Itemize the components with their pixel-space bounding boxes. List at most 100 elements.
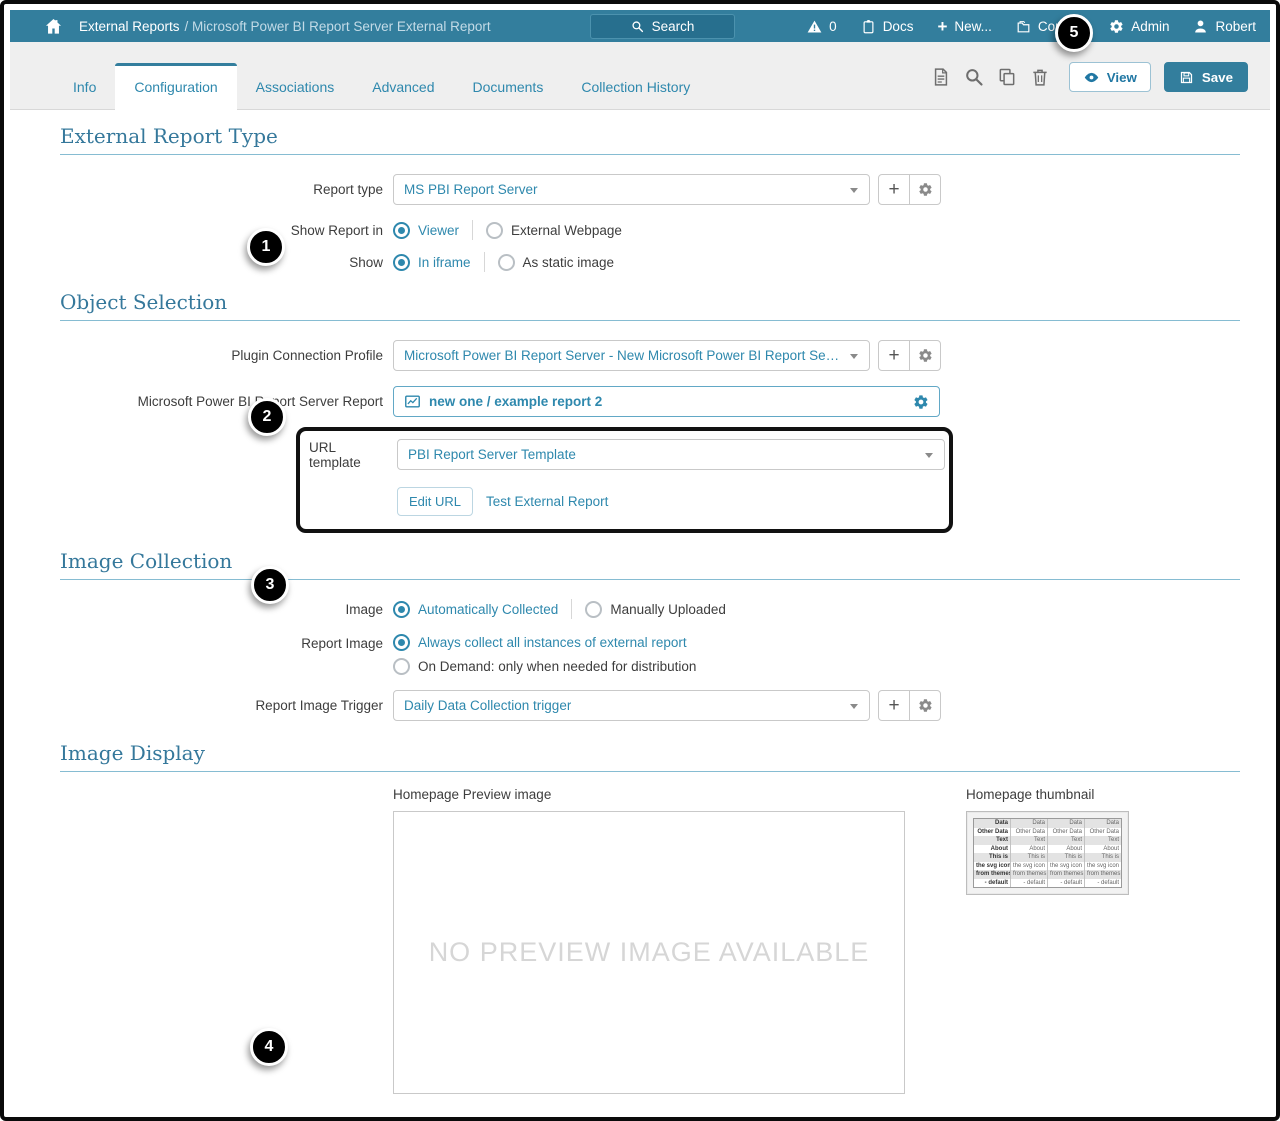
home-icon[interactable] [44,17,63,36]
report-picker[interactable]: new one / example report 2 [393,386,940,417]
nav-docs[interactable]: Docs [861,18,913,34]
nav-new[interactable]: + New... [937,18,991,35]
edit-trigger-button[interactable] [909,690,941,721]
trigger-select[interactable]: Daily Data Collection trigger [393,690,870,721]
trigger-row: Report Image Trigger Daily Data Collecti… [60,690,1240,721]
tab-configuration[interactable]: Configuration [115,63,237,110]
edit-report-type-button[interactable] [909,174,941,205]
section-title-image-display: Image Display [60,727,1240,772]
section-title-image-collection: Image Collection [60,535,1240,580]
report-image-label: Report Image [301,636,383,651]
plugin-profile-value: Microsoft Power BI Report Server - New M… [404,348,841,363]
url-template-select[interactable]: PBI Report Server Template [397,439,945,470]
radio-in-iframe[interactable] [393,253,410,271]
add-trigger-button[interactable]: + [878,690,910,721]
thumbnail-cell: the svg icon [1084,861,1121,870]
search-label: Search [651,19,695,34]
image-label: Image [345,601,383,617]
test-external-report-link[interactable]: Test External Report [486,494,608,509]
report-image-row: Report Image Always collect all instance… [60,634,1240,675]
radio-on-demand[interactable] [393,658,410,675]
search-icon [631,20,644,33]
nav-admin[interactable]: Admin [1109,19,1169,34]
view-button[interactable]: View [1068,62,1151,92]
thumbnail-cell: Text [1010,836,1047,845]
thumbnail-cell: This is [1047,853,1084,862]
radio-static-image-label[interactable]: As static image [523,255,615,270]
radio-manually-uploaded-label[interactable]: Manually Uploaded [610,602,726,617]
radio-auto-collected-label[interactable]: Automatically Collected [418,602,558,617]
thumbnail-cell: Data [994,820,1008,826]
radio-always-collect[interactable] [393,634,410,651]
radio-external-webpage-label[interactable]: External Webpage [511,223,622,238]
radio-external-webpage[interactable] [486,221,504,239]
radio-viewer[interactable] [393,221,410,239]
tab-documents[interactable]: Documents [454,66,563,109]
thumbnail-cell: from themes [1084,870,1121,879]
magnifier-icon[interactable] [964,67,984,87]
clipboard-icon [861,19,876,34]
thumbnail-cell: Other Data [977,828,1008,835]
tab-bar: Info Configuration Associations Advanced… [10,42,1270,110]
gear-icon [918,698,933,713]
trigger-label: Report Image Trigger [255,698,383,713]
thumbnail-cell: Text [996,837,1008,843]
annotation-badge-1: 1 [247,228,285,266]
edit-url-button[interactable]: Edit URL [397,487,474,516]
thumbnail-cell: - default [1047,878,1084,887]
radio-on-demand-label[interactable]: On Demand: only when needed for distribu… [418,659,696,674]
radio-always-collect-label[interactable]: Always collect all instances of external… [418,635,687,650]
search-button[interactable]: Search [590,14,735,39]
preview-placeholder: NO PREVIEW IMAGE AVAILABLE [428,937,870,967]
show-report-in-row: Show Report in Viewer External Webpage [60,220,1240,240]
annotation-badge-4: 4 [250,1028,288,1066]
add-report-type-button[interactable]: + [878,174,910,205]
nav-user[interactable]: Robert [1193,19,1256,34]
document-icon[interactable] [931,67,951,87]
breadcrumb-current: / Microsoft Power BI Report Server Exter… [184,18,491,34]
trash-icon[interactable] [1030,67,1050,87]
thumbnail-cell: This is [1084,853,1121,862]
thumbnail-cell: Other Data [1010,827,1047,836]
radio-auto-collected[interactable] [393,600,410,618]
edit-profile-button[interactable] [909,340,941,371]
breadcrumb-section[interactable]: External Reports [79,19,180,34]
app-window: External Reports / Microsoft Power BI Rep… [0,0,1280,1121]
thumbnail-row: Other Data Other Data Other Data Other Data [974,827,1121,836]
plus-icon: + [888,179,900,200]
thumbnail-image: Data Data Data Data Other Data Other Data Othe… [966,811,1129,895]
show-report-in-label: Show Report in [290,222,383,238]
radio-viewer-label[interactable]: Viewer [418,223,459,238]
alerts-item[interactable]: 0 [807,19,837,34]
thumbnail-cell: from themes [1010,870,1047,879]
report-type-value: MS PBI Report Server [404,182,538,197]
view-label: View [1106,69,1137,85]
save-button[interactable]: Save [1163,62,1248,92]
floppy-icon [1179,70,1194,85]
breadcrumb: External Reports / Microsoft Power BI Rep… [79,19,491,34]
toolbar: View Save [931,62,1248,109]
gear-icon [918,182,933,197]
url-template-value: PBI Report Server Template [408,447,576,462]
image-buttons-row: Collect Image Setup Image Crop Tall Imag… [60,1094,1240,1117]
chart-icon [404,393,421,410]
report-type-select[interactable]: MS PBI Report Server [393,174,870,205]
tab-associations[interactable]: Associations [237,66,354,109]
preview-row: Homepage Preview image NO PREVIEW IMAGE … [60,787,1240,1094]
add-profile-button[interactable]: + [878,340,910,371]
radio-in-iframe-label[interactable]: In iframe [418,255,471,270]
report-type-row: Report type MS PBI Report Server + [60,174,1240,205]
report-value: new one / example report 2 [429,394,603,409]
show-row: Show In iframe As static image [60,252,1240,272]
copy-icon[interactable] [997,67,1017,87]
tab-advanced[interactable]: Advanced [353,66,453,109]
radio-manually-uploaded[interactable] [585,600,603,618]
tab-info[interactable]: Info [54,66,115,109]
thumbnail-row: Text Text Text Text [974,836,1121,845]
tab-collection-history[interactable]: Collection History [562,66,709,109]
gear-icon[interactable] [913,394,929,410]
plugin-profile-select[interactable]: Microsoft Power BI Report Server - New M… [393,340,870,371]
url-actions-row: Edit URL Test External Report [397,487,938,516]
alerts-count: 0 [829,18,837,34]
radio-static-image[interactable] [497,253,515,271]
